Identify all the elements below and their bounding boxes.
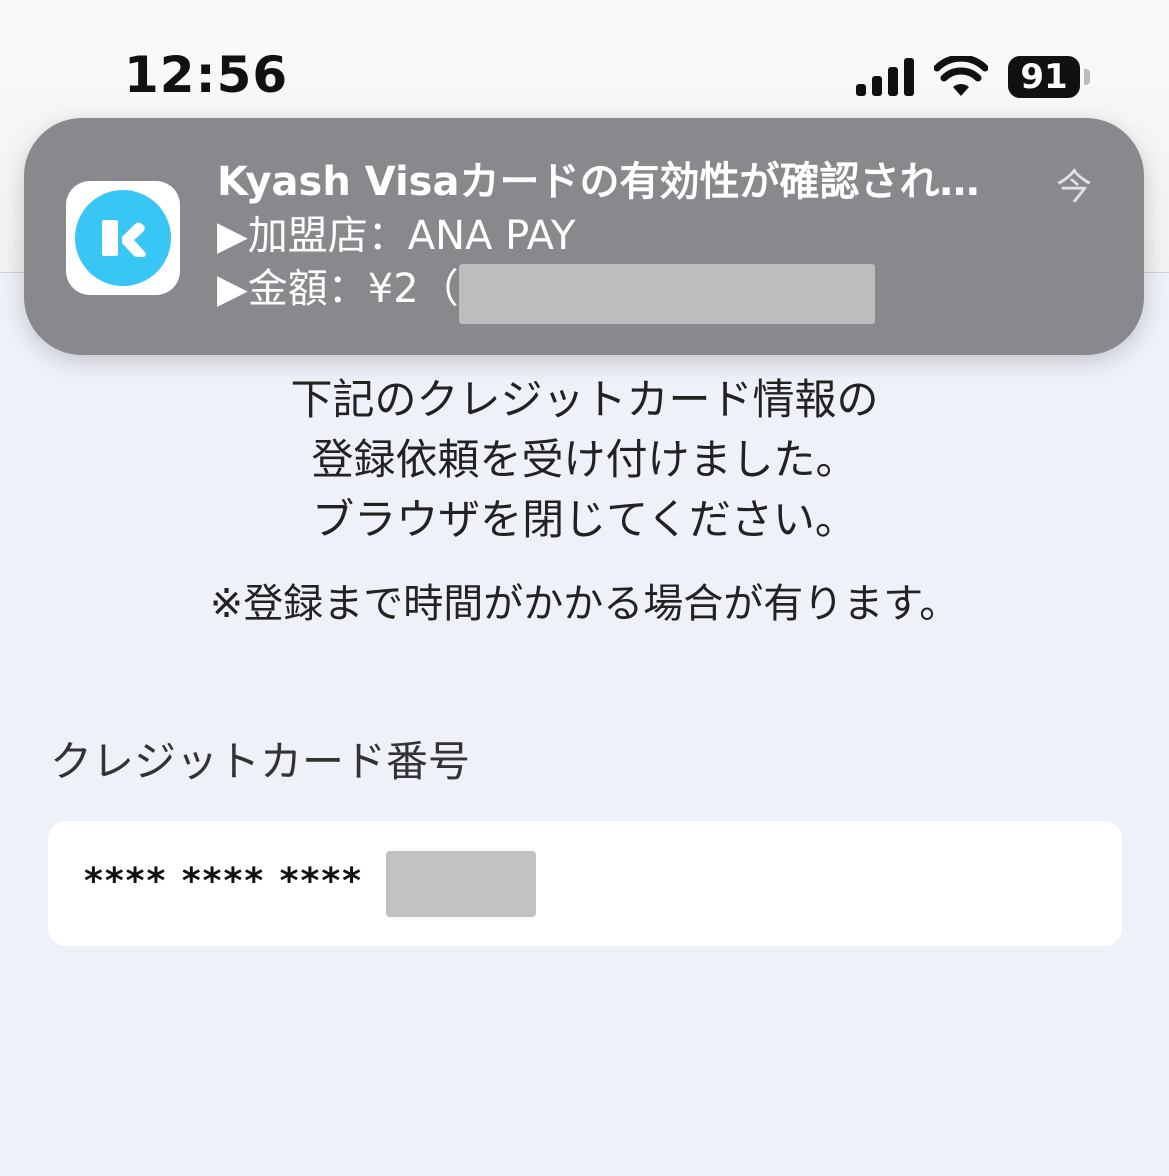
battery-tip: [1084, 69, 1090, 85]
card-number-label: クレジットカード番号: [50, 737, 471, 786]
message-line: 下記のクレジットカード情報の: [290, 375, 879, 424]
status-time: 12:56: [124, 46, 289, 104]
cellular-signal-icon: [856, 58, 914, 96]
battery-icon: 91: [1008, 56, 1090, 98]
registration-message: 下記のクレジットカード情報の 登録依頼を受け付けました。 ブラウザを閉じてくださ…: [0, 370, 1169, 550]
notification-time: 今: [1056, 167, 1093, 208]
battery-level: 91: [1008, 56, 1080, 98]
status-bar: 12:56 91: [0, 0, 1169, 120]
message-line: ブラウザを閉じてください。: [312, 495, 857, 544]
notification-title: Kyash Visaカードの有効性が確認され…: [217, 159, 980, 205]
redaction-block: [386, 851, 536, 917]
push-notification-banner[interactable]: Kyash Visaカードの有効性が確認され… 今 ▶加盟店：ANA PAY ▶…: [24, 118, 1144, 355]
notification-merchant: ▶加盟店：ANA PAY: [217, 213, 576, 259]
registration-note: ※登録まで時間がかかる場合が有ります。: [209, 581, 960, 627]
kyash-logo-circle: [75, 190, 171, 286]
redaction-block: [459, 264, 875, 324]
card-number-field: **** **** ****: [48, 821, 1122, 946]
kyash-app-icon: [66, 181, 180, 295]
message-line: 登録依頼を受け付けました。: [311, 435, 858, 484]
card-number-masked: **** **** ****: [84, 861, 363, 902]
wifi-icon: [934, 56, 988, 96]
kyash-k-icon: [102, 220, 146, 257]
